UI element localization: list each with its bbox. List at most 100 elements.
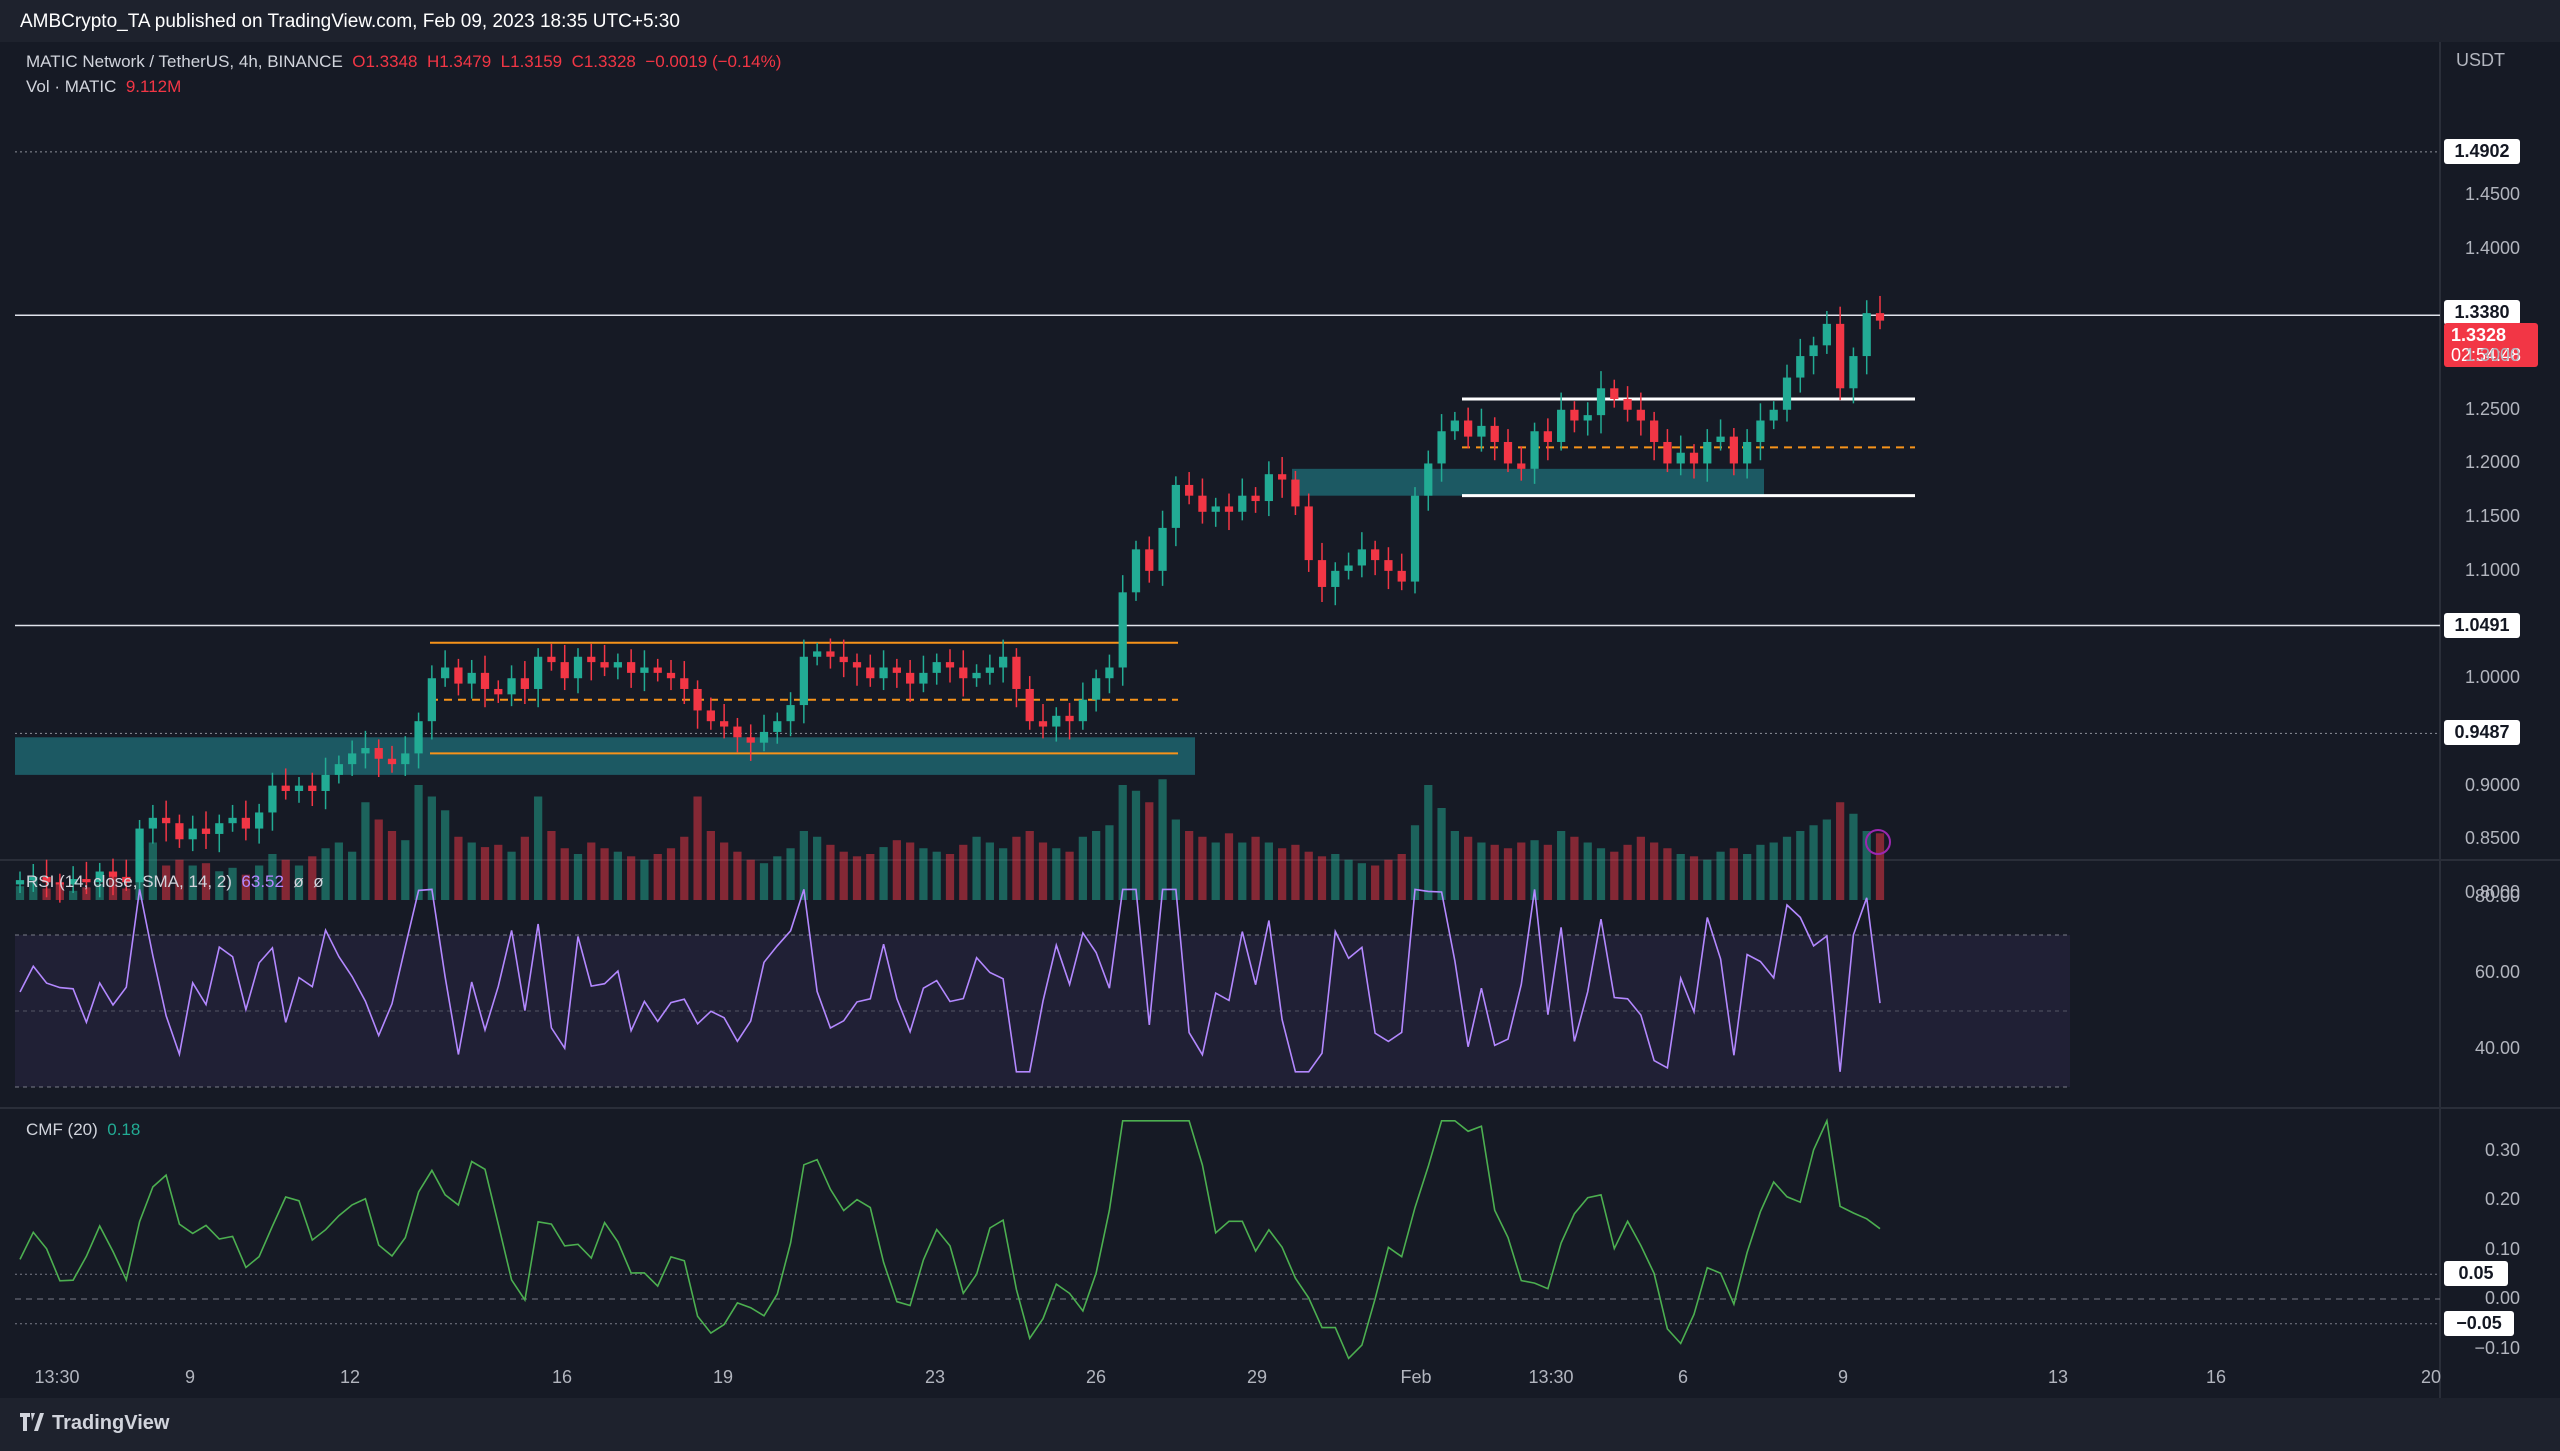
volume-bar [1623,844,1632,900]
volume-bar [1663,848,1672,900]
candle-body [866,667,875,679]
volume-bar [1092,831,1101,900]
volume-bar [1331,854,1340,900]
footer-bar: TradingView [0,1398,2560,1451]
candle-body [919,672,928,684]
volume-bar [1769,842,1778,900]
volume-bar [972,836,981,900]
volume-bar [1131,790,1141,900]
candle-body [454,667,463,684]
volume-bar [1650,842,1659,900]
volume-bar [1464,836,1473,900]
volume-bar [985,842,994,900]
candle-body [374,748,383,759]
candle-body [1384,560,1393,571]
candle-body [1862,313,1871,357]
candle-body [1490,425,1499,442]
rsi-extra-1: ø [293,872,304,891]
time-axis-label: 6 [1677,1367,1689,1387]
cmf-axis-label: 0.30 [2484,1139,2520,1160]
volume-bar [401,840,410,900]
volume-bar [1782,836,1792,900]
price-axis-label: 1.3000 [2464,345,2520,366]
tradingview-logo[interactable]: TradingView [20,1412,169,1435]
time-axis-label: Feb [1400,1367,1432,1387]
candle-body [879,667,888,679]
candle-body [720,721,729,727]
volume-bar [1171,819,1180,900]
candle-body [188,828,197,840]
volume-bar [1596,848,1606,900]
volume-bar [1676,854,1685,900]
chart-svg[interactable] [0,42,2560,1398]
volume-bar [520,836,529,900]
cmf-badge-positive: 0.05 [2444,1261,2508,1287]
symbol-name[interactable]: MATIC Network / TetherUS, 4h, BINANCE [26,52,343,71]
volume-bar [1211,842,1220,900]
candle-body [321,774,330,791]
volume-bar [1357,863,1366,900]
volume-bar [560,848,569,900]
candle-body [1331,570,1340,587]
cmf-line [19,1118,1881,1360]
volume-bar [1038,842,1048,900]
volume-bar [507,851,516,900]
candle-body [1264,474,1273,502]
ohlc-change: −0.0019 (−0.14%) [645,52,782,71]
candle-body [1278,474,1287,480]
candle-body [1543,431,1552,442]
candle-body [959,667,968,679]
candle-body [294,785,304,791]
volume-bar [1610,851,1619,900]
time-axis-label: 19 [712,1367,734,1387]
volume-bar [1145,802,1154,900]
volume-label[interactable]: Vol · MATIC [26,77,116,96]
candle-body [334,764,343,775]
candle-body [1849,356,1858,389]
volume-bar [467,842,476,900]
rsi-axis-label: 40.00 [2474,1038,2520,1058]
volume-bar [680,836,689,900]
candle-body [1636,409,1645,421]
cmf-badge-negative: −0.05 [2444,1310,2514,1336]
candle-body [1663,441,1672,464]
volume-bar [759,863,769,900]
candle-body [1676,452,1685,464]
price-axis-label: 1.1500 [2464,506,2520,527]
candle-body [1198,495,1207,512]
candle-body [1078,699,1087,722]
chart-area[interactable]: MATIC Network / TetherUS, 4h, BINANCE O1… [0,42,2560,1398]
volume-bar [1689,856,1699,900]
volume-bar [1317,856,1327,900]
volume-bar [1198,836,1207,900]
volume-bar [1052,848,1061,900]
volume-bar [1251,836,1260,900]
ohlc-close: C1.3328 [571,52,636,71]
rsi-label[interactable]: RSI (14, close, SMA, 14, 2) [26,872,232,891]
cmf-legend: CMF (20) 0.18 [26,1120,140,1140]
symbol-legend: MATIC Network / TetherUS, 4h, BINANCE O1… [26,52,781,72]
cmf-label[interactable]: CMF (20) [26,1120,98,1139]
volume-value: 9.112M [125,77,182,96]
volume-bar [441,810,450,900]
cmf-value: 0.18 [107,1120,141,1139]
candle-body [1238,495,1247,512]
candle-body [1105,667,1114,679]
candle-body [215,823,224,834]
time-axis-label: 9 [1837,1367,1849,1387]
volume-bar [627,856,636,900]
publisher-text: AMBCrypto_TA published on TradingView.co… [20,11,680,32]
brand-name: TradingView [52,1412,170,1434]
candle-body [1131,549,1141,593]
candle-body [613,662,622,668]
candle-body [706,710,715,722]
volume-bar [600,848,609,900]
volume-bar [653,854,662,900]
price-axis-label: 1.4500 [2464,184,2520,204]
volume-bar [1756,844,1765,900]
candle-body [1809,345,1818,357]
volume-bar [1743,854,1752,900]
volume-bar [1822,819,1831,900]
candle-body [1317,560,1327,587]
volume-bar [1796,831,1805,900]
